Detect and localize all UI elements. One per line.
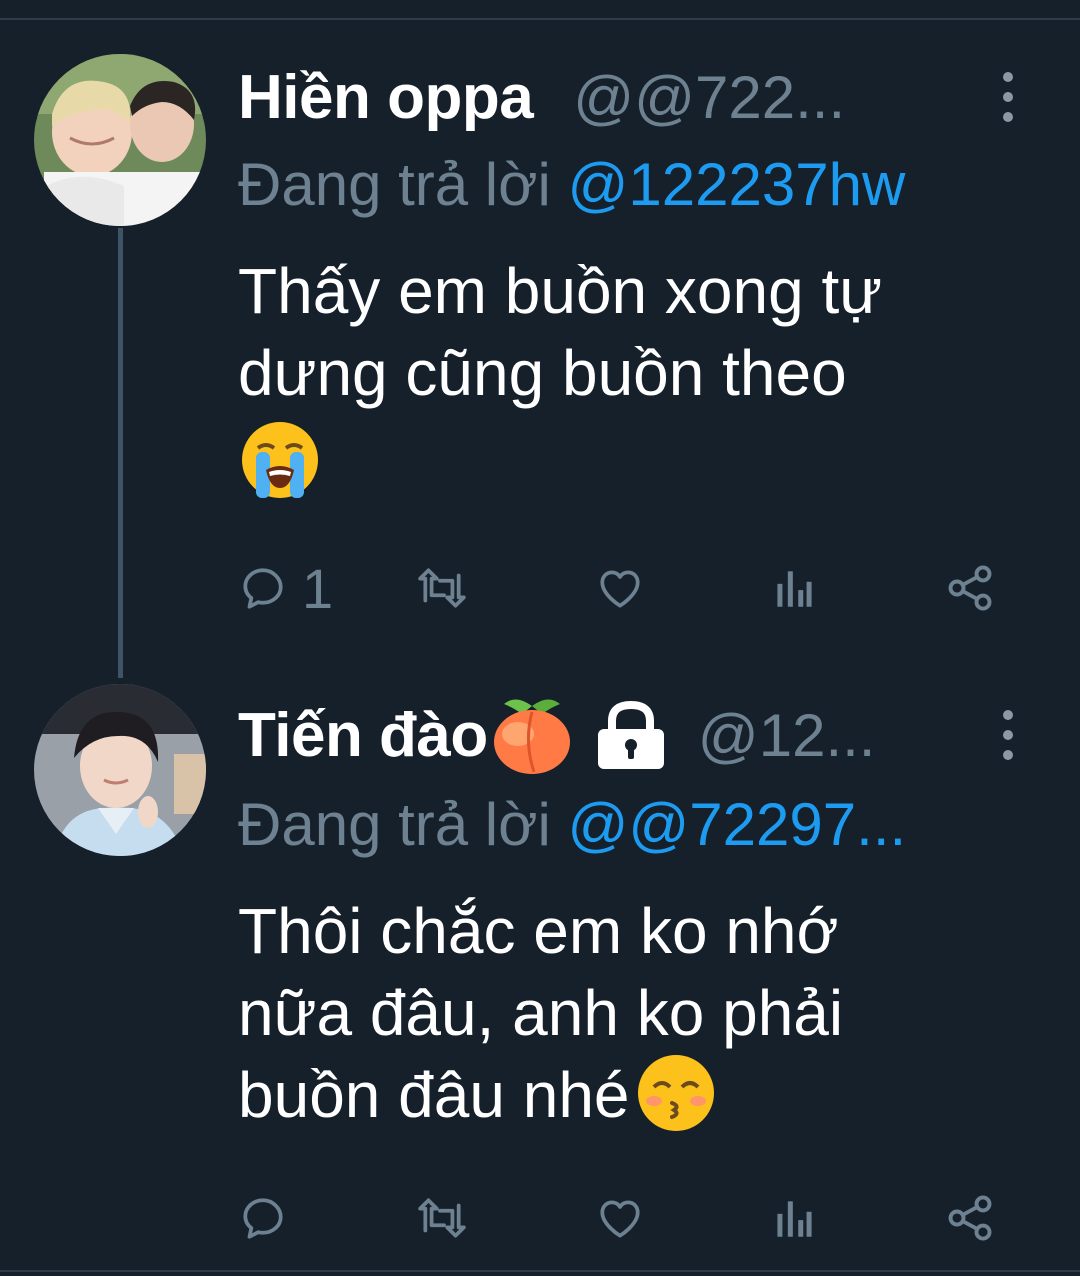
tweet-2-retweet-button[interactable] bbox=[414, 1188, 470, 1248]
tweet-2-text-line: nữa đâu, anh ko phải bbox=[238, 977, 844, 1049]
share-icon bbox=[948, 1195, 992, 1241]
tweet-2-reply-prefix: Đang trả lời bbox=[238, 791, 551, 858]
like-icon bbox=[600, 570, 640, 608]
tweet-2-handle[interactable]: @12... bbox=[698, 701, 876, 770]
peach-icon bbox=[493, 699, 570, 774]
retweet-icon bbox=[418, 1198, 466, 1238]
tweet-1-reply-count: 1 bbox=[302, 556, 334, 620]
retweet-icon bbox=[418, 568, 466, 608]
tweet-1-reply-context: Đang trả lời @122237hw bbox=[238, 150, 905, 219]
analytics-icon bbox=[777, 571, 812, 607]
tweet-1-share-button[interactable] bbox=[944, 558, 996, 618]
avatar-tien-dao-image bbox=[34, 684, 206, 856]
tweet-1-text: Thấy em buồn xong tự dưng cũng buồn theo bbox=[238, 250, 1038, 502]
kissing-face-with-smiling-eyes-icon bbox=[637, 1055, 714, 1132]
tweet-1-more-icon[interactable] bbox=[996, 72, 1020, 122]
tweet-2-reply-mention[interactable]: @@72297... bbox=[567, 791, 906, 858]
tweet-2-text: Thôi chắc em ko nhớ nữa đâu, anh ko phải… bbox=[238, 890, 1038, 1136]
bottom-divider bbox=[0, 1270, 1080, 1272]
tweet-1-like-button[interactable] bbox=[594, 558, 646, 618]
tweet-2-action-bar bbox=[238, 1188, 1008, 1248]
tweet-1-display-name[interactable]: Hiền oppa bbox=[238, 62, 534, 133]
tweet-1-retweet-button[interactable] bbox=[414, 558, 470, 618]
tweet-1-reply-mention[interactable]: @122237hw bbox=[567, 151, 905, 218]
tweet-1-text-line: Thấy em buồn xong tự bbox=[238, 255, 883, 327]
tweet-2-text-line: buồn đâu nhé bbox=[238, 1059, 630, 1131]
tweet-2-text-line: Thôi chắc em ko nhớ bbox=[238, 895, 839, 967]
lock-icon bbox=[597, 700, 664, 769]
tweet-1-reply-button[interactable]: 1 bbox=[238, 556, 334, 620]
tweet-2-more-icon[interactable] bbox=[996, 710, 1020, 760]
tweet-2-like-button[interactable] bbox=[594, 1188, 646, 1248]
tweet-1-action-bar: 1 bbox=[238, 556, 1008, 620]
tweet-2-reply-button[interactable] bbox=[238, 1188, 302, 1248]
avatar-tien-dao[interactable] bbox=[34, 684, 206, 856]
tweet-2-reply-context: Đang trả lời @@72297... bbox=[238, 790, 906, 859]
tweet-2-header: Tiến đào @12... bbox=[238, 699, 876, 774]
tweet-1-reply-prefix: Đang trả lời bbox=[238, 151, 551, 218]
tweet-2-share-button[interactable] bbox=[944, 1188, 996, 1248]
analytics-icon bbox=[777, 1201, 812, 1237]
reply-icon bbox=[243, 1198, 283, 1239]
tweet-1-analytics-button[interactable] bbox=[770, 558, 814, 618]
tweet-2-analytics-button[interactable] bbox=[770, 1188, 814, 1248]
reply-icon bbox=[243, 568, 283, 609]
avatar-hien-oppa[interactable] bbox=[34, 54, 206, 226]
tweet-1-handle[interactable]: @@722... bbox=[573, 63, 845, 132]
tweet-1-header: Hiền oppa @@722... bbox=[238, 62, 845, 132]
tweet-1-text-line: dưng cũng buồn theo bbox=[238, 337, 847, 409]
tweet-thread-screen: Hiền oppa @@722... Đang trả lời @122237h… bbox=[0, 0, 1080, 1276]
thread-connector-line bbox=[118, 228, 123, 678]
top-divider bbox=[0, 18, 1080, 20]
like-icon bbox=[600, 1200, 640, 1238]
share-icon bbox=[948, 565, 992, 611]
loudly-crying-face-icon bbox=[242, 422, 318, 499]
tweet-2-display-name[interactable]: Tiến đào bbox=[238, 700, 488, 771]
avatar-hien-oppa-image bbox=[34, 54, 206, 226]
